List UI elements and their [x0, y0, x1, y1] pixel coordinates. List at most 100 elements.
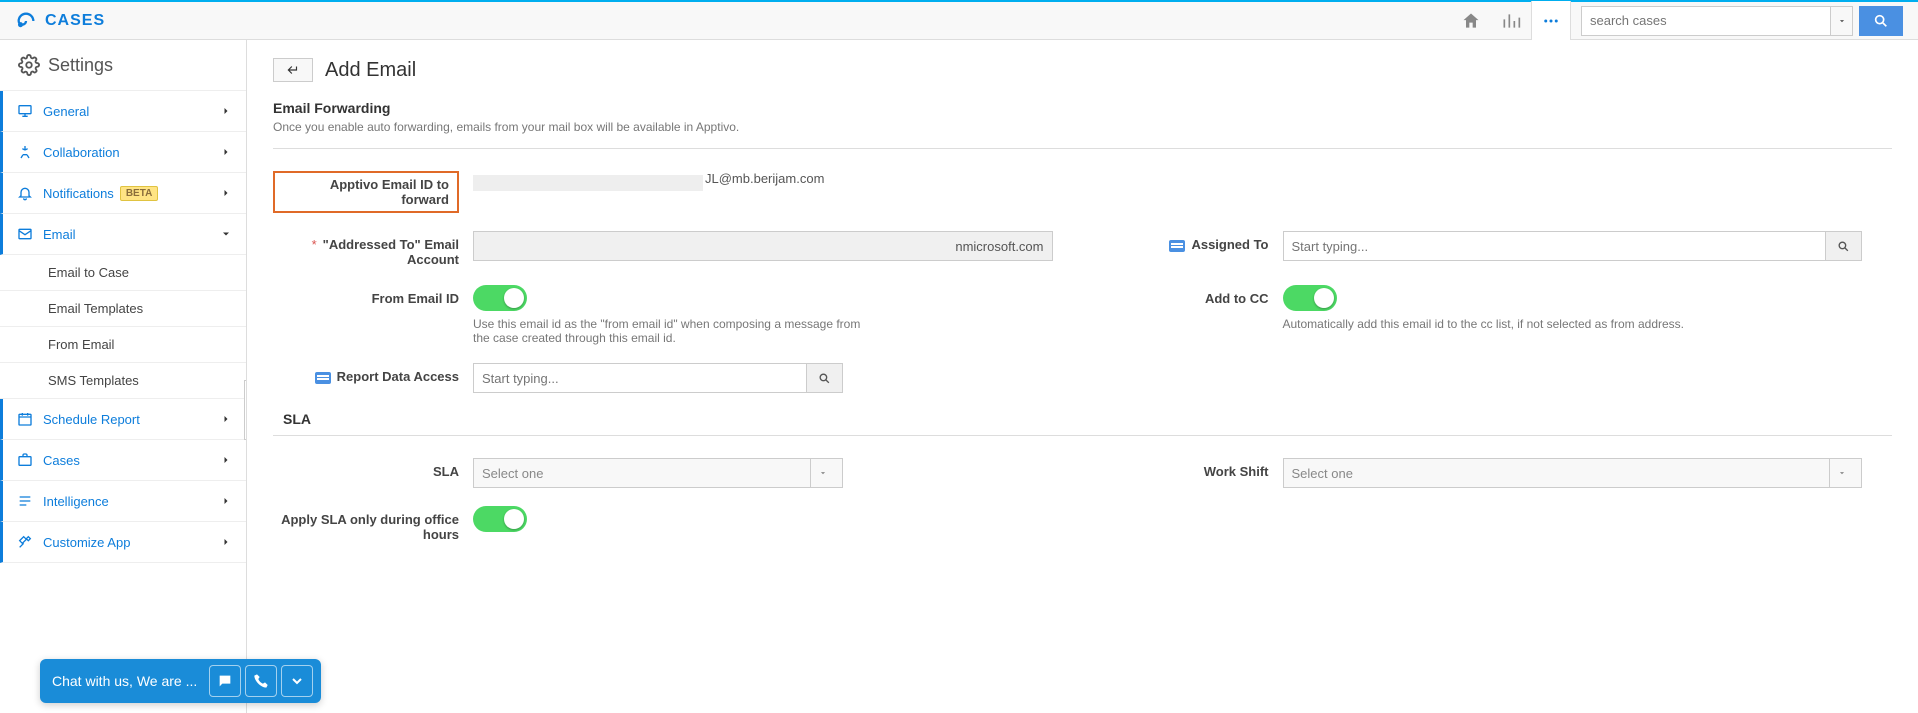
- chat-message-button[interactable]: [209, 665, 241, 697]
- sidebar-item-schedule-report[interactable]: Schedule Report: [0, 399, 246, 440]
- list-icon: [17, 493, 33, 509]
- sidebar-sub-sms-templates[interactable]: SMS Templates: [0, 363, 246, 399]
- label-assigned-to: Assigned To: [1083, 231, 1283, 267]
- chevron-right-icon: [220, 187, 232, 199]
- search-container: [1581, 6, 1903, 36]
- search-dropdown-button[interactable]: [1831, 6, 1853, 36]
- work-shift-select[interactable]: Select one: [1283, 458, 1863, 488]
- row-sla-workshift: SLA Select one Work Shift Select one: [273, 458, 1892, 488]
- label-addressed-to: *"Addressed To" Email Account: [273, 231, 473, 267]
- chat-call-button[interactable]: [245, 665, 277, 697]
- report-data-access-input[interactable]: [473, 363, 807, 393]
- search-icon: [818, 372, 831, 385]
- app-logo-icon: [15, 10, 37, 32]
- sidebar-item-customize-app[interactable]: Customize App: [0, 522, 246, 563]
- phone-icon: [253, 673, 269, 689]
- briefcase-icon: [17, 452, 33, 468]
- chat-text: Chat with us, We are ...: [48, 673, 197, 689]
- section-sla: SLA SLA Select one Work Shift: [273, 411, 1892, 542]
- monitor-icon: [17, 103, 33, 119]
- app-name: CASES: [45, 12, 105, 30]
- share-icon: [17, 144, 33, 160]
- from-email-toggle[interactable]: [473, 285, 527, 311]
- sidebar-item-email[interactable]: Email: [0, 214, 246, 255]
- sidebar-item-intelligence[interactable]: Intelligence: [0, 481, 246, 522]
- sidebar-item-cases[interactable]: Cases: [0, 440, 246, 481]
- search-submit-button[interactable]: [1859, 6, 1903, 36]
- chat-icon: [217, 673, 233, 689]
- sidebar-sub-email-to-case[interactable]: Email to Case: [0, 255, 246, 291]
- chevron-right-icon: [220, 536, 232, 548]
- chevron-right-icon: [220, 495, 232, 507]
- label-from-email-id: From Email ID: [273, 285, 473, 345]
- add-to-cc-desc: Automatically add this email id to the c…: [1283, 317, 1863, 331]
- add-to-cc-toggle[interactable]: [1283, 285, 1337, 311]
- row-report-data-access: Report Data Access: [273, 363, 1892, 393]
- divider: [273, 148, 1892, 149]
- sidebar-sub-from-email[interactable]: From Email: [0, 327, 246, 363]
- chat-widget[interactable]: Chat with us, We are ...: [40, 659, 321, 703]
- content-header: Add Email: [273, 58, 1892, 82]
- card-icon: [315, 372, 331, 384]
- row-apptivo-email: Apptivo Email ID to forward JL@mb.berija…: [273, 171, 1892, 213]
- chevron-right-icon: [220, 105, 232, 117]
- label-work-shift: Work Shift: [1083, 458, 1283, 488]
- report-data-access-search-button[interactable]: [807, 363, 843, 393]
- sidebar-item-general[interactable]: General: [0, 91, 246, 132]
- app-header: CASES: [0, 0, 1918, 40]
- chevron-down-icon: [220, 228, 232, 240]
- section-title-email-forwarding: Email Forwarding: [273, 100, 1892, 116]
- label-add-to-cc: Add to CC: [1083, 285, 1283, 345]
- label-report-data-access: Report Data Access: [273, 363, 473, 393]
- back-arrow-icon: [284, 63, 302, 77]
- logo-area: CASES: [15, 10, 1451, 32]
- label-apply-sla-office-hours: Apply SLA only during office hours: [273, 506, 473, 542]
- search-input[interactable]: [1581, 6, 1831, 36]
- divider: [273, 435, 1892, 436]
- search-icon: [1873, 13, 1889, 29]
- back-button[interactable]: [273, 58, 313, 82]
- card-icon: [1169, 240, 1185, 252]
- assigned-to-search-button[interactable]: [1826, 231, 1862, 261]
- home-icon[interactable]: [1451, 1, 1491, 41]
- caret-down-icon: [810, 459, 834, 487]
- more-icon[interactable]: [1531, 1, 1571, 41]
- chevron-right-icon: [220, 146, 232, 158]
- analytics-icon[interactable]: [1491, 1, 1531, 41]
- addressed-to-input[interactable]: nmicrosoft.com: [473, 231, 1053, 261]
- sidebar-sub-email-templates[interactable]: Email Templates: [0, 291, 246, 327]
- calendar-icon: [17, 411, 33, 427]
- row-from-cc: From Email ID Use this email id as the "…: [273, 285, 1892, 345]
- envelope-icon: [17, 226, 33, 242]
- content-area: Add Email Email Forwarding Once you enab…: [247, 40, 1918, 713]
- settings-title: Settings: [0, 40, 246, 91]
- section-description: Once you enable auto forwarding, emails …: [273, 120, 1892, 134]
- bell-icon: [17, 185, 33, 201]
- chevron-left-icon: [246, 403, 247, 417]
- from-email-desc: Use this email id as the "from email id"…: [473, 317, 873, 345]
- assigned-to-input[interactable]: [1283, 231, 1827, 261]
- caret-down-icon: [1829, 459, 1853, 487]
- sla-select[interactable]: Select one: [473, 458, 843, 488]
- beta-badge: BETA: [120, 186, 158, 201]
- header-actions: [1451, 1, 1903, 41]
- main-layout: Settings General Collaboration Notificat…: [0, 40, 1918, 713]
- chevron-down-icon: [289, 673, 305, 689]
- label-sla: SLA: [273, 458, 473, 488]
- label-apptivo-email-id: Apptivo Email ID to forward: [273, 171, 459, 213]
- sidebar-collapse-handle[interactable]: [244, 380, 247, 440]
- row-addressed-assigned: *"Addressed To" Email Account nmicrosoft…: [273, 231, 1892, 267]
- chat-collapse-button[interactable]: [281, 665, 313, 697]
- sidebar-item-notifications[interactable]: Notifications BETA: [0, 173, 246, 214]
- value-apptivo-email: JL@mb.berijam.com: [473, 171, 1053, 213]
- row-apply-sla: Apply SLA only during office hours: [273, 506, 1892, 542]
- page-title: Add Email: [325, 59, 416, 82]
- search-icon: [1837, 240, 1850, 253]
- sidebar-item-collaboration[interactable]: Collaboration: [0, 132, 246, 173]
- chevron-right-icon: [220, 413, 232, 425]
- section-title-sla: SLA: [273, 411, 1892, 427]
- apply-sla-toggle[interactable]: [473, 506, 527, 532]
- chevron-right-icon: [220, 454, 232, 466]
- tools-icon: [17, 534, 33, 550]
- gear-icon: [18, 54, 40, 76]
